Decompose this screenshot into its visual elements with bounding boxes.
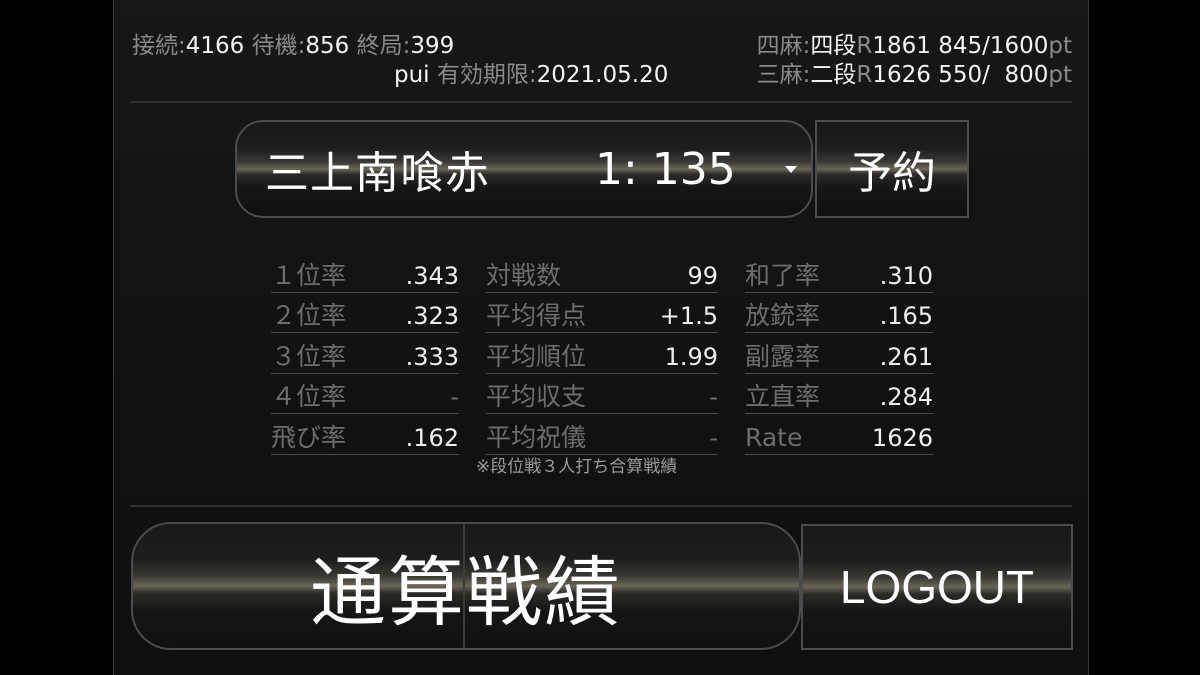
stats-column-rates: 和了率 .310 放銃率 .165 副露率 .261 立直率 .284 Rate 1626 [745,252,933,455]
four-player-rank-info: 四麻:四段R1861 845/1600pt [757,32,1072,60]
stat-row: 飛び率 .162 [271,414,459,455]
connected-count: 4166 [185,33,245,59]
stat-value: .261 [879,342,933,371]
three-player-rating: 1626 [872,62,931,88]
stat-label: ３位率 [271,341,347,371]
four-player-points: 845/1600 [938,33,1049,59]
expiry-date: 2021.05.20 [536,62,669,88]
four-player-label: 四麻: [756,33,811,59]
chevron-down-icon [785,166,797,173]
button-divider [463,524,465,648]
account-info: pui 有効期限:2021.05.20 [394,61,668,89]
stat-row: 対戦数 99 [486,252,718,293]
stat-label: 放銃率 [745,301,821,330]
rule-select-dropdown[interactable]: 三上南喰赤 1: 135 [235,120,813,218]
stat-label: １位率 [271,260,347,290]
stat-row: 平均得点 +1.5 [486,293,718,333]
four-player-rating: 1861 [872,33,931,59]
finished-count: 399 [410,33,455,59]
stat-row: ３位率 .333 [271,333,459,374]
stat-row: 立直率 .284 [745,374,933,414]
stat-label: 副露率 [745,341,821,371]
stat-label: 平均収支 [486,382,587,411]
three-player-label: 三麻: [756,62,811,88]
stat-value: +1.5 [659,302,718,330]
stat-label: 平均祝儀 [486,422,587,452]
stat-value: 1.99 [664,342,718,371]
stat-value: - [709,423,718,452]
stat-value: - [709,383,718,411]
stat-label: 飛び率 [271,422,347,452]
stat-row: Rate 1626 [745,414,933,455]
stat-value: .333 [405,342,459,371]
stats-note: ※段位戦３人打ち合算戦績 [476,457,678,477]
stat-value: - [450,383,459,411]
stat-label: 立直率 [745,382,821,411]
stat-value: .343 [405,261,459,290]
stat-value: .284 [879,383,933,411]
stat-row: ４位率 - [271,374,459,414]
stat-row: 平均順位 1.99 [486,333,718,374]
four-player-rank: 四段 [810,33,857,59]
stat-row: 平均収支 - [486,374,718,414]
waiting-label: 待機: [251,33,306,59]
bottom-divider [130,505,1072,507]
rule-count: 1: 135 [595,143,736,195]
stat-label: 平均得点 [486,301,587,330]
three-player-rank: 二段 [810,62,857,88]
stat-label: 対戦数 [486,260,562,290]
stat-value: .162 [405,423,459,452]
stat-row: 副露率 .261 [745,333,933,374]
stat-value: 1626 [871,423,933,452]
connected-label: 接続: [132,33,186,59]
expiry-label: 有効期限: [436,62,537,88]
stat-label: Rate [745,422,803,452]
stat-label: ４位率 [271,382,347,411]
stat-label: 和了率 [745,260,821,290]
stat-value: .310 [879,261,933,290]
three-player-points: 550/ 800 [938,62,1049,88]
reserve-button[interactable]: 予約 [815,120,969,218]
stat-row: 放銃率 .165 [745,293,933,333]
stat-value: 99 [687,261,718,290]
stat-row: 平均祝儀 - [486,414,718,455]
stat-value: .323 [405,302,459,330]
stat-row: ２位率 .323 [271,293,459,333]
total-stats-button[interactable]: 通算戦績 [131,522,801,650]
finished-label: 終局: [356,33,411,59]
rule-name: 三上南喰赤 [265,148,490,199]
stat-value: .165 [879,302,933,330]
waiting-count: 856 [305,33,350,59]
three-player-unit: pt [1048,62,1072,88]
logout-button[interactable]: LOGOUT [801,524,1073,650]
lobby-panel: 接続:4166 待機:856 終局:399 pui 有効期限:2021.05.2… [113,0,1089,675]
stats-column-placement: １位率 .343 ２位率 .323 ３位率 .333 ４位率 - 飛び率 .162 [271,252,459,455]
stat-row: 和了率 .310 [745,252,933,293]
stat-label: ２位率 [271,301,347,330]
four-player-r-label: R [856,33,873,59]
stat-row: １位率 .343 [271,252,459,293]
server-status: 接続:4166 待機:856 終局:399 [132,32,454,60]
top-divider [130,101,1072,103]
three-player-rank-info: 三麻:二段R1626 550/ 800pt [757,61,1072,89]
username: pui [394,62,430,88]
stat-label: 平均順位 [486,341,587,371]
three-player-r-label: R [856,62,873,88]
four-player-unit: pt [1048,33,1072,59]
stats-column-averages: 対戦数 99 平均得点 +1.5 平均順位 1.99 平均収支 - 平均祝儀 - [486,252,718,455]
